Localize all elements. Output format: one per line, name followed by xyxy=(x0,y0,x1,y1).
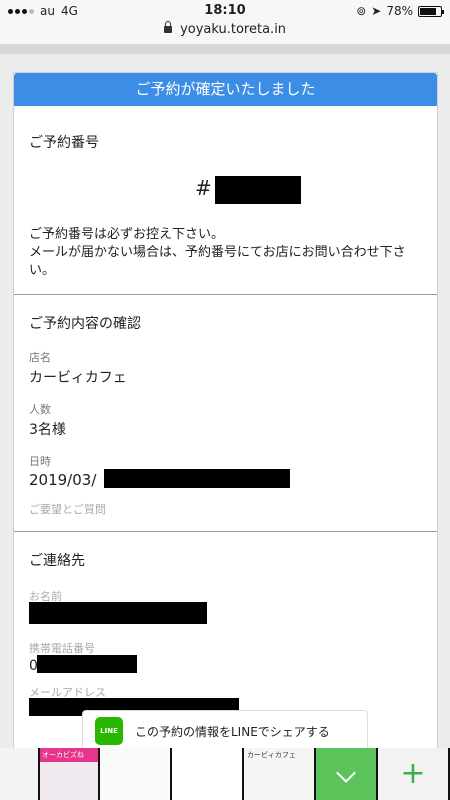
email-field: メールアドレス xyxy=(29,684,422,716)
contact-title: ご連絡先 xyxy=(29,553,85,569)
datetime-field: 日時 2019/03/ xyxy=(29,453,422,489)
redacted-name xyxy=(29,602,207,624)
people-label: 人数 xyxy=(29,403,51,416)
tab-thumbnail[interactable] xyxy=(100,748,172,800)
people-value: 3名様 xyxy=(29,422,66,438)
url-bar[interactable]: yoyaku.toreta.in xyxy=(0,21,450,44)
tab-thumbnail[interactable]: オーカビズね xyxy=(40,748,100,800)
thumbnail-title: カービィカフェ xyxy=(247,751,296,759)
battery-fill xyxy=(420,7,436,15)
tab-thumbnail[interactable] xyxy=(172,748,244,800)
status-right: ⊚ ➤ 78% xyxy=(356,4,444,18)
chevron-down-icon xyxy=(336,763,356,783)
tab-thumbnail[interactable] xyxy=(0,748,40,800)
confirmation-card: ご予約が確定いたしました ご予約番号 # ご予約番号は必ずお控え下さい。 メール… xyxy=(13,72,438,772)
new-tab-button[interactable]: + xyxy=(378,748,450,800)
details-section: ご予約内容の確認 店名 カービィカフェ 人数 3名様 日時 2019/03/ ご… xyxy=(14,313,437,517)
battery-icon xyxy=(418,5,444,17)
datetime-label: 日時 xyxy=(29,455,51,468)
battery-percent: 78% xyxy=(386,4,413,18)
location-icon: ➤ xyxy=(371,4,382,18)
line-share-label: この予約の情報をLINEでシェアする xyxy=(135,724,330,739)
notice-line-2: メールが届かない場合は、予約番号にてお店にお問い合わせ下さい。 xyxy=(29,245,406,278)
plus-icon: + xyxy=(400,756,426,791)
confirmation-header: ご予約が確定いたしました xyxy=(14,73,437,106)
requests-field: ご要望とご質問 xyxy=(29,501,422,517)
lock-icon xyxy=(163,21,172,33)
orientation-lock-icon: ⊚ xyxy=(356,4,367,18)
tab-thumbnail-strip: オーカビズね カービィカフェ + xyxy=(0,748,450,800)
name-field: お名前 xyxy=(29,588,422,624)
redacted-datetime xyxy=(104,469,290,488)
reservation-hash: # xyxy=(195,176,212,200)
notice-line-1: ご予約番号は必ずお控え下さい。 xyxy=(29,227,225,242)
reservation-notice: ご予約番号は必ずお控え下さい。 メールが届かない場合は、予約番号にてお店にお問い… xyxy=(29,226,422,280)
tab-thumbnail[interactable]: カービィカフェ xyxy=(244,748,316,800)
reservation-number-title: ご予約番号 xyxy=(29,135,99,151)
reservation-number-section: ご予約番号 # ご予約番号は必ずお控え下さい。 メールが届かない場合は、予約番号… xyxy=(14,132,437,280)
redacted-reservation-number xyxy=(215,176,301,204)
line-share-button[interactable]: LINE この予約の情報をLINEでシェアする xyxy=(82,710,368,752)
toolbar-divider xyxy=(0,44,450,54)
details-title: ご予約内容の確認 xyxy=(29,316,141,332)
store-label: 店名 xyxy=(29,351,51,364)
phone-field: 携帯電話番号 0 xyxy=(29,640,422,674)
requests-label: ご要望とご質問 xyxy=(29,503,106,516)
redacted-phone xyxy=(37,655,137,673)
phone-label: 携帯電話番号 xyxy=(29,642,95,655)
section-divider xyxy=(14,294,437,295)
tab-thumbnail-active[interactable] xyxy=(316,748,378,800)
contact-section: ご連絡先 お名前 携帯電話番号 0 メールアドレス xyxy=(14,550,437,716)
line-icon: LINE xyxy=(95,717,123,745)
people-field: 人数 3名様 xyxy=(29,401,422,439)
section-divider xyxy=(14,531,437,532)
store-value: カービィカフェ xyxy=(29,370,127,386)
store-field: 店名 カービィカフェ xyxy=(29,349,422,387)
url-text: yoyaku.toreta.in xyxy=(180,22,287,37)
status-bar: au 4G 18:10 ⊚ ➤ 78% xyxy=(0,0,450,22)
thumbnail-banner: オーカビズね xyxy=(40,748,98,762)
reservation-number-row: # xyxy=(29,176,422,204)
